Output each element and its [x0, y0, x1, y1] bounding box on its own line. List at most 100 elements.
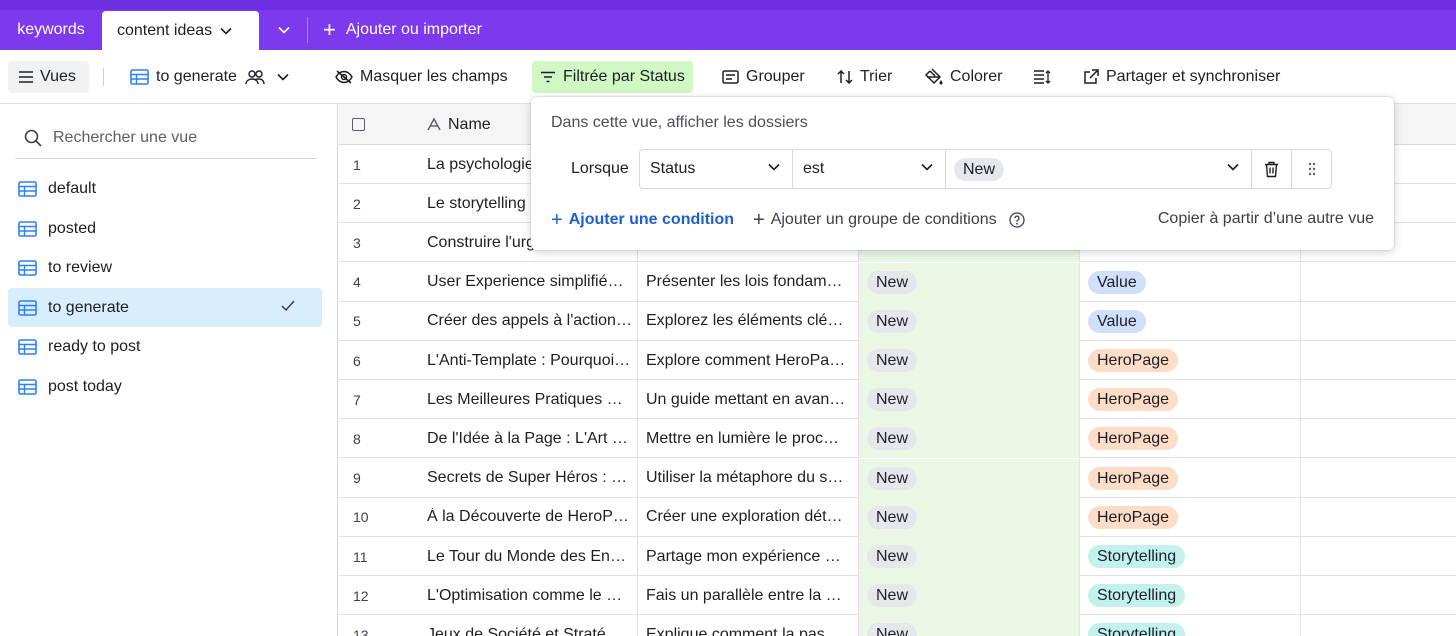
- more-tables-button[interactable]: [260, 17, 308, 43]
- plus-icon: +: [753, 209, 765, 231]
- cell-status[interactable]: New: [859, 537, 1080, 576]
- cell-name[interactable]: À la Découverte de HeroP…: [417, 497, 638, 537]
- row-height-button[interactable]: [1025, 61, 1066, 93]
- add-condition-group-button[interactable]: + Ajouter un groupe de conditions: [753, 210, 1025, 230]
- cell-category[interactable]: Storytelling: [1080, 537, 1301, 576]
- sidebar-item-posted[interactable]: posted: [8, 209, 322, 248]
- cell-category[interactable]: HeroPage: [1080, 341, 1301, 380]
- cell-description[interactable]: Créer une exploration dét…: [638, 497, 859, 537]
- group-button[interactable]: Grouper: [714, 61, 813, 93]
- cell-name[interactable]: Le Tour du Monde des En…: [417, 537, 638, 576]
- cell-name[interactable]: Jeux de Société et Straté…: [417, 615, 638, 636]
- cell-name-text: L'Optimisation comme le …: [427, 586, 623, 604]
- cell-description[interactable]: Partage mon expérience …: [638, 537, 859, 576]
- table-row[interactable]: 6 L'Anti-Template : Pourquoi… Explore comm…: [339, 341, 1456, 380]
- sidebar-item-to-review[interactable]: to review: [8, 248, 322, 287]
- sidebar-item-to-generate[interactable]: to generate: [8, 288, 322, 327]
- cell-name[interactable]: De l'Idée à la Page : L'Art …: [417, 419, 638, 459]
- cell-name[interactable]: Secrets de Super Héros : …: [417, 458, 638, 498]
- sort-button[interactable]: Trier: [829, 61, 900, 93]
- cell-description[interactable]: Explorez les éléments clé…: [638, 301, 859, 341]
- copy-from-view-button[interactable]: Copier à partir d’une autre vue: [1158, 210, 1374, 228]
- drag-handle[interactable]: [1291, 149, 1332, 189]
- cell-status[interactable]: New: [859, 497, 1080, 537]
- cell-name[interactable]: User Experience simplifiée…: [417, 262, 638, 302]
- cell-category[interactable]: HeroPage: [1080, 380, 1301, 420]
- table-row[interactable]: 12 L'Optimisation comme le … Fais un paral…: [339, 576, 1456, 616]
- help-icon[interactable]: [1008, 212, 1025, 228]
- table-row[interactable]: 5 Créer des appels à l'action… Explorez le…: [339, 301, 1456, 341]
- cell-description[interactable]: Mettre en lumière le proc…: [638, 419, 859, 459]
- cell-description[interactable]: Un guide mettant en avan…: [638, 380, 859, 420]
- cell-status[interactable]: New: [859, 615, 1080, 636]
- cell-name[interactable]: L'Optimisation comme le …: [417, 576, 638, 616]
- table-row[interactable]: 13 Jeux de Société et Straté… Explique com…: [339, 615, 1456, 636]
- chevron-down-icon: [277, 73, 289, 81]
- cell-status[interactable]: New: [859, 341, 1080, 380]
- collaborative-view-icon: [245, 70, 265, 85]
- cell-category[interactable]: Storytelling: [1080, 576, 1301, 616]
- grid-view-icon: [130, 69, 149, 85]
- category-pill: HeroPage: [1088, 427, 1179, 451]
- color-button[interactable]: Colorer: [917, 61, 1010, 93]
- cell-name[interactable]: Créer des appels à l'action…: [417, 301, 638, 341]
- plus-icon: +: [323, 17, 336, 42]
- cell-name-text: Les Meilleures Pratiques …: [427, 390, 623, 408]
- table-row[interactable]: 11 Le Tour du Monde des En… Partage mon ex…: [339, 537, 1456, 576]
- views-toggle-button[interactable]: Vues: [8, 61, 89, 93]
- cell-name-text: À la Découverte de HeroP…: [427, 508, 629, 526]
- tab-keywords[interactable]: keywords: [0, 10, 102, 50]
- row-number: 12: [353, 587, 369, 604]
- delete-condition-button[interactable]: [1251, 149, 1292, 189]
- table-row[interactable]: 8 De l'Idée à la Page : L'Art … Mettre en …: [339, 419, 1456, 459]
- cell-name[interactable]: L'Anti-Template : Pourquoi…: [417, 341, 638, 380]
- add-or-import-button[interactable]: + Ajouter ou importer: [323, 10, 482, 50]
- condition-value-select[interactable]: New: [945, 149, 1252, 189]
- tab-content-ideas[interactable]: content ideas: [102, 11, 259, 50]
- chevron-down-icon[interactable]: [220, 22, 232, 40]
- cell-category[interactable]: HeroPage: [1080, 497, 1301, 537]
- add-condition-button[interactable]: + Ajouter une condition: [551, 210, 734, 230]
- table-row[interactable]: 4 User Experience simplifiée… Présenter le…: [339, 262, 1456, 302]
- share-sync-button[interactable]: Partager et synchroniser: [1075, 61, 1288, 93]
- column-header-name[interactable]: Name: [427, 104, 491, 145]
- cell-status[interactable]: New: [859, 380, 1080, 420]
- cell-description[interactable]: Présenter les lois fondam…: [638, 262, 859, 302]
- cell-status[interactable]: New: [859, 301, 1080, 341]
- cell-category[interactable]: Storytelling: [1080, 615, 1301, 636]
- base-tab-bar: keywords content ideas + Ajouter ou impo…: [0, 0, 1456, 50]
- cell-description-text: Utiliser la métaphore du s…: [646, 469, 844, 487]
- cell-description[interactable]: Fais un parallèle entre la …: [638, 576, 859, 616]
- row-number: 10: [353, 509, 369, 526]
- select-all-checkbox[interactable]: [352, 118, 365, 131]
- cell-description[interactable]: Explique comment la pas…: [638, 615, 859, 636]
- cell-description[interactable]: Utiliser la métaphore du s…: [638, 458, 859, 498]
- cell-category[interactable]: HeroPage: [1080, 419, 1301, 459]
- cell-category[interactable]: HeroPage: [1080, 458, 1301, 498]
- cell-category[interactable]: Value: [1080, 301, 1301, 341]
- table-row[interactable]: 7 Les Meilleures Pratiques … Un guide mett…: [339, 380, 1456, 420]
- sidebar-item-default[interactable]: default: [8, 169, 322, 208]
- sidebar-item-post-today[interactable]: post today: [8, 367, 322, 406]
- condition-field-select[interactable]: Status: [639, 149, 793, 189]
- category-pill: Value: [1088, 270, 1146, 294]
- table-row[interactable]: 9 Secrets de Super Héros : … Utiliser la m…: [339, 458, 1456, 498]
- filter-button[interactable]: Filtrée par Status: [532, 61, 693, 93]
- cell-status[interactable]: New: [859, 458, 1080, 498]
- cell-status[interactable]: New: [859, 576, 1080, 616]
- cell-name[interactable]: Les Meilleures Pratiques …: [417, 380, 638, 420]
- cell-category[interactable]: Value: [1080, 262, 1301, 302]
- search-placeholder: Rechercher une vue: [53, 128, 198, 146]
- view-search-input[interactable]: Rechercher une vue: [15, 117, 317, 159]
- cell-status[interactable]: New: [859, 419, 1080, 459]
- grid-view-icon: [18, 338, 37, 355]
- hide-fields-button[interactable]: Masquer les champs: [327, 61, 516, 93]
- condition-operator-select[interactable]: est: [792, 149, 946, 189]
- sidebar-item-ready-to-post[interactable]: ready to post: [8, 327, 322, 366]
- cell-status[interactable]: New: [859, 262, 1080, 302]
- cell-description[interactable]: Explore comment HeroPa…: [638, 341, 859, 380]
- status-pill: New: [867, 505, 918, 529]
- grid-view-icon: [18, 299, 37, 316]
- table-row[interactable]: 10 À la Découverte de HeroP… Créer une exp…: [339, 497, 1456, 537]
- current-view-button[interactable]: to generate: [122, 61, 304, 93]
